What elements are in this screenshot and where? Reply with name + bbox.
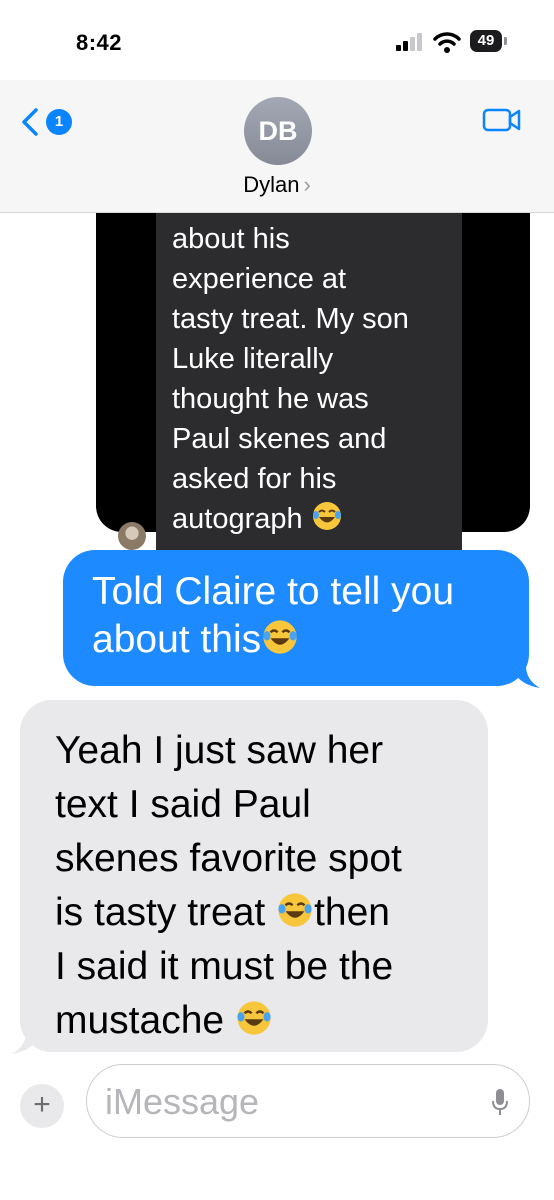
received-bubble-tail [12,1032,40,1054]
back-button[interactable]: 1 [20,104,80,140]
input-placeholder: iMessage [105,1081,260,1122]
microphone-icon[interactable] [491,1087,509,1117]
cellular-signal-icon [396,33,422,51]
message-line: Told Claire to tell you [92,570,455,613]
message-line: Paul skenes and [172,423,387,455]
message-line: skenes favorite spot [55,837,402,880]
sent-message-text: Told Claire to tell you about this [92,568,512,664]
battery-tip [504,37,507,45]
sender-avatar-small [118,522,146,550]
facetime-video-icon[interactable] [482,106,522,134]
message-line: mustache [55,999,225,1042]
message-line: text I said Paul [55,783,311,826]
battery-indicator: 49 [470,30,508,52]
contact-name: Dylan [243,172,300,197]
unread-count-badge: 1 [46,109,72,135]
conversation-header: 1 DB Dylan › [0,80,554,213]
add-attachment-button[interactable]: + [20,1084,64,1128]
forwarded-message-text: about his experience at tasty treat. My … [172,219,452,539]
message-line: I said it must be the [55,945,394,988]
crying-laughing-emoji-icon [312,502,341,530]
message-line: then [314,891,390,934]
message-line: autograph [172,503,303,535]
status-time: 8:42 [76,30,123,55]
message-line: is tasty treat [55,891,266,934]
message-line: experience at [172,263,347,295]
contact-avatar[interactable]: DB [244,97,312,165]
message-line: asked for his [172,463,337,495]
sent-bubble-tail [512,666,540,688]
status-bar: 8:42 49 [0,0,554,80]
crying-laughing-emoji-icon [263,620,297,654]
received-message-text: Yeah I just saw her text I said Paul ske… [55,724,475,1048]
contact-name-button[interactable]: Dylan › [0,172,554,198]
crying-laughing-emoji-icon [278,893,312,927]
battery-level: 49 [470,30,502,52]
message-line: Luke literally [172,343,334,375]
message-line: Yeah I just saw her [55,729,384,772]
message-line: tasty treat. My son [172,303,409,335]
message-line: thought he was [172,383,369,415]
message-line: about his [172,223,290,255]
chevron-left-icon [22,108,38,136]
wifi-icon [433,32,461,53]
crying-laughing-emoji-icon [237,1001,271,1035]
imessage-input[interactable]: iMessage [86,1064,530,1138]
chevron-right-icon: › [303,172,311,197]
message-line: about this [92,618,262,661]
